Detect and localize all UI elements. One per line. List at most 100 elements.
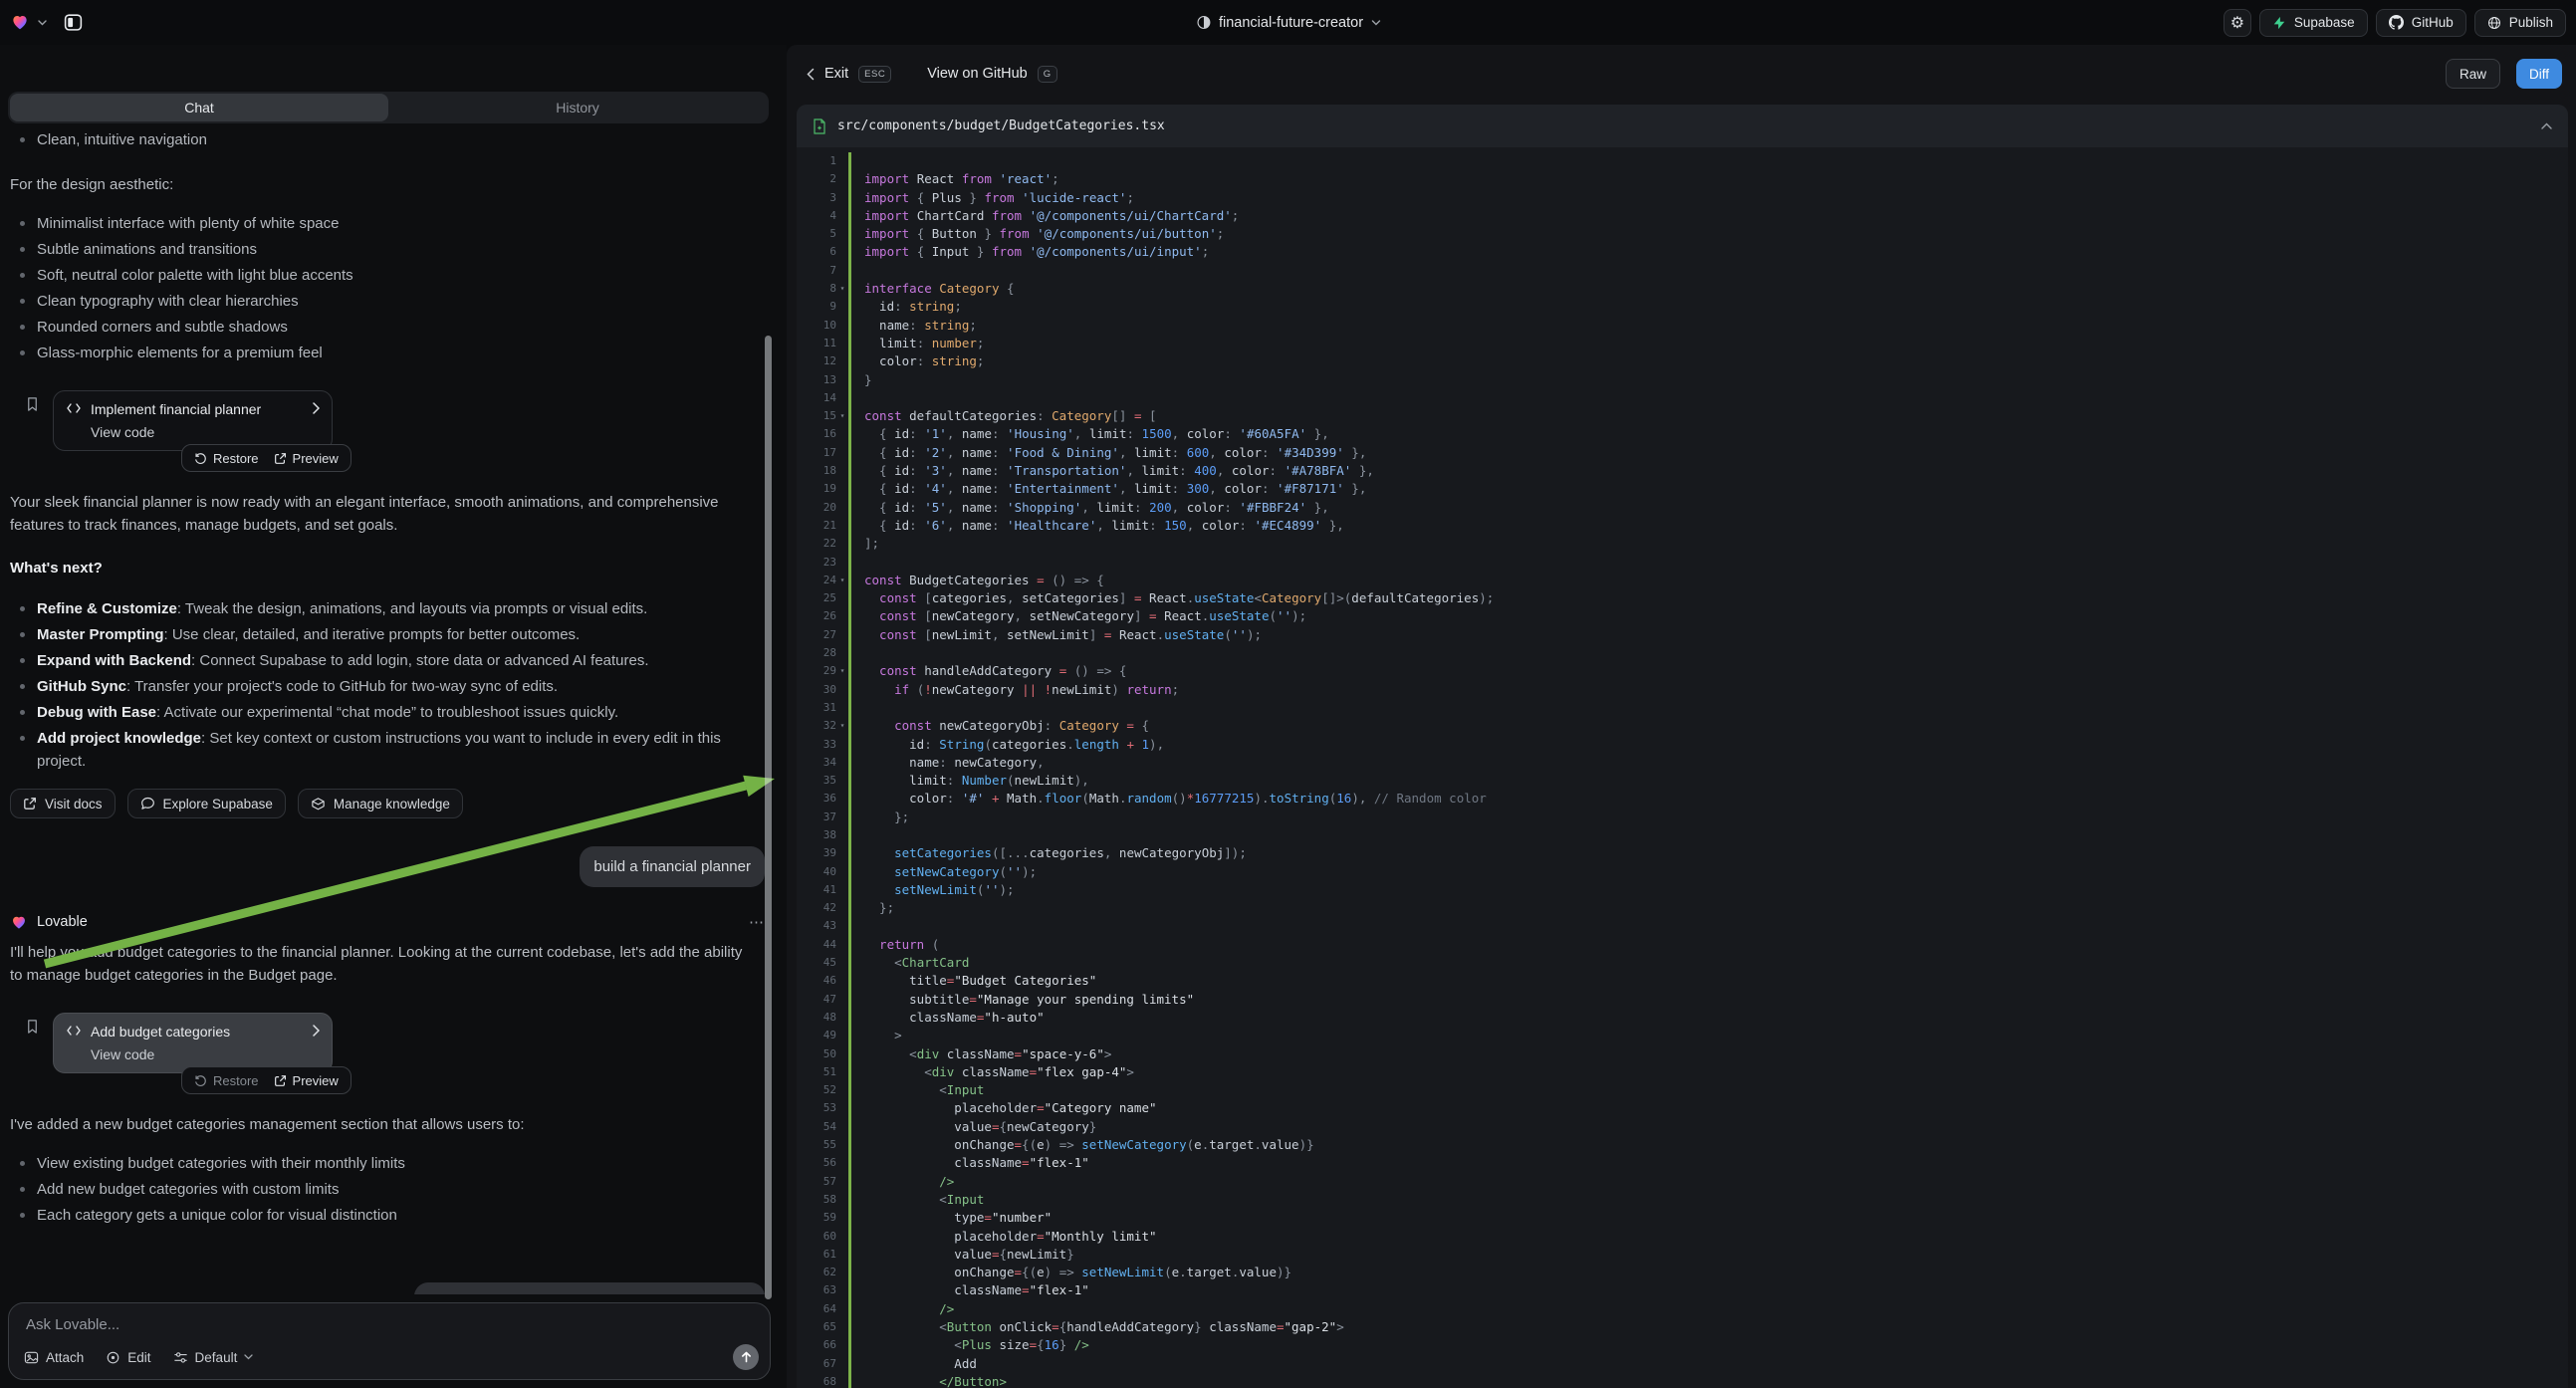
code-line: 67 Add [797, 1355, 2568, 1373]
restore-button[interactable]: Restore [194, 1073, 259, 1088]
fold-gutter [836, 554, 848, 572]
code-line: 22]; [797, 535, 2568, 553]
fold-gutter [836, 917, 848, 935]
code-line: 9 id: string; [797, 298, 2568, 316]
line-number: 32 [797, 717, 836, 735]
version-card-body[interactable]: Implement financial plannerView code [53, 390, 333, 451]
code-line: 3import { Plus } from 'lucide-react'; [797, 189, 2568, 207]
chevron-down-icon[interactable] [38, 20, 47, 26]
restore-button[interactable]: Restore [194, 451, 259, 466]
code-line: 33 id: String(categories.length + 1), [797, 736, 2568, 754]
file-path-bar[interactable]: src/components/budget/BudgetCategories.t… [797, 105, 2568, 147]
code-line: 41 setNewLimit(''); [797, 881, 2568, 899]
fold-gutter [836, 972, 848, 990]
fold-gutter [836, 954, 848, 972]
chat-panel: Chat History Clean, intuitive navigation… [0, 45, 787, 1388]
fold-gutter [836, 1063, 848, 1081]
line-number: 65 [797, 1318, 836, 1336]
code-line: 53 placeholder="Category name" [797, 1099, 2568, 1117]
view-code-link[interactable]: View code [91, 1046, 320, 1062]
code-line: 20 { id: '5', name: 'Shopping', limit: 2… [797, 499, 2568, 517]
edit-mode-button[interactable]: Edit [106, 1350, 150, 1365]
chat-scrollbar[interactable] [765, 336, 772, 1299]
back-chevron-icon[interactable] [807, 68, 815, 81]
code-line: 1 [797, 152, 2568, 170]
line-number: 37 [797, 809, 836, 826]
list-item: View existing budget categories with the… [10, 1152, 749, 1175]
lovable-heart-logo[interactable] [10, 13, 30, 32]
line-number: 20 [797, 499, 836, 517]
fold-gutter [836, 462, 848, 480]
fold-gutter [836, 991, 848, 1009]
fold-gutter [836, 1136, 848, 1154]
fold-gutter [836, 1191, 848, 1209]
model-select[interactable]: Default [173, 1350, 254, 1365]
line-number: 46 [797, 972, 836, 990]
assistant-name: Lovable [37, 914, 88, 930]
manage-knowledge-button[interactable]: Manage knowledge [298, 789, 463, 818]
bookmark-icon[interactable] [25, 396, 40, 417]
view-code-link[interactable]: View code [91, 424, 320, 440]
diff-toggle-button[interactable]: Diff [2516, 59, 2562, 89]
target-icon [106, 1350, 120, 1365]
fold-chevron-icon[interactable]: ▾ [836, 280, 848, 298]
tab-history[interactable]: History [388, 94, 767, 121]
code-line: 58 <Input [797, 1191, 2568, 1209]
line-number: 28 [797, 644, 836, 662]
attach-image-icon [24, 1350, 39, 1365]
raw-toggle-button[interactable]: Raw [2446, 59, 2500, 89]
line-number: 49 [797, 1027, 836, 1044]
code-card: src/components/budget/BudgetCategories.t… [797, 105, 2568, 1388]
chevron-right-icon [312, 1024, 320, 1040]
preview-button[interactable]: Preview [274, 1073, 339, 1088]
code-line: 45 <ChartCard [797, 954, 2568, 972]
project-switcher[interactable]: financial-future-creator [1196, 0, 1380, 45]
exit-button[interactable]: Exit [824, 66, 848, 82]
line-number: 53 [797, 1099, 836, 1117]
send-button[interactable] [733, 1344, 759, 1370]
preview-button[interactable]: Preview [274, 451, 339, 466]
chat-heading: What's next? [10, 557, 765, 579]
supabase-button[interactable]: Supabase [2259, 9, 2368, 37]
chat-bubble-icon [140, 797, 155, 811]
chat-paragraph: I've added a new budget categories manag… [10, 1113, 749, 1136]
fold-chevron-icon[interactable]: ▾ [836, 572, 848, 589]
chat-scroll-area[interactable]: Clean, intuitive navigationFor the desig… [0, 128, 787, 1294]
line-number: 31 [797, 699, 836, 717]
sliders-icon [173, 1350, 188, 1365]
line-number: 57 [797, 1173, 836, 1191]
fold-gutter [836, 1318, 848, 1336]
bookmark-icon[interactable] [25, 1019, 40, 1040]
line-number: 60 [797, 1228, 836, 1246]
publish-button[interactable]: Publish [2474, 9, 2566, 37]
fold-gutter [836, 1027, 848, 1044]
line-number: 58 [797, 1191, 836, 1209]
tab-chat[interactable]: Chat [10, 94, 388, 121]
version-card-body[interactable]: Add budget categoriesView code [53, 1013, 333, 1073]
fold-gutter [836, 772, 848, 790]
settings-button[interactable]: ⚙ [2224, 9, 2251, 37]
line-number: 1 [797, 152, 836, 170]
fold-chevron-icon[interactable]: ▾ [836, 662, 848, 680]
github-icon [2389, 15, 2404, 30]
code-line: 10 name: string; [797, 317, 2568, 335]
fold-chevron-icon[interactable]: ▾ [836, 407, 848, 425]
composer[interactable]: Ask Lovable... Attach Edit [8, 1302, 771, 1380]
message-menu-icon[interactable]: ⋯ [749, 913, 765, 931]
visit-docs-button[interactable]: Visit docs [10, 789, 116, 818]
view-on-github-link[interactable]: View on GitHub [927, 66, 1027, 82]
line-number: 52 [797, 1081, 836, 1099]
code-line: 47 subtitle="Manage your spending limits… [797, 991, 2568, 1009]
fold-chevron-icon[interactable]: ▾ [836, 717, 848, 735]
code-editor[interactable]: 12import React from 'react';3import { Pl… [797, 147, 2568, 1388]
attach-button[interactable]: Attach [24, 1350, 84, 1365]
collapse-chevron-up-icon[interactable] [2541, 122, 2552, 129]
code-line: 48 className="h-auto" [797, 1009, 2568, 1027]
line-number: 21 [797, 517, 836, 535]
fold-gutter [836, 736, 848, 754]
explore-supabase-button[interactable]: Explore Supabase [127, 789, 286, 818]
github-button[interactable]: GitHub [2376, 9, 2466, 37]
line-number: 34 [797, 754, 836, 772]
toggle-sidebar-icon[interactable] [63, 12, 84, 33]
list-item: GitHub Sync: Transfer your project's cod… [10, 675, 749, 698]
